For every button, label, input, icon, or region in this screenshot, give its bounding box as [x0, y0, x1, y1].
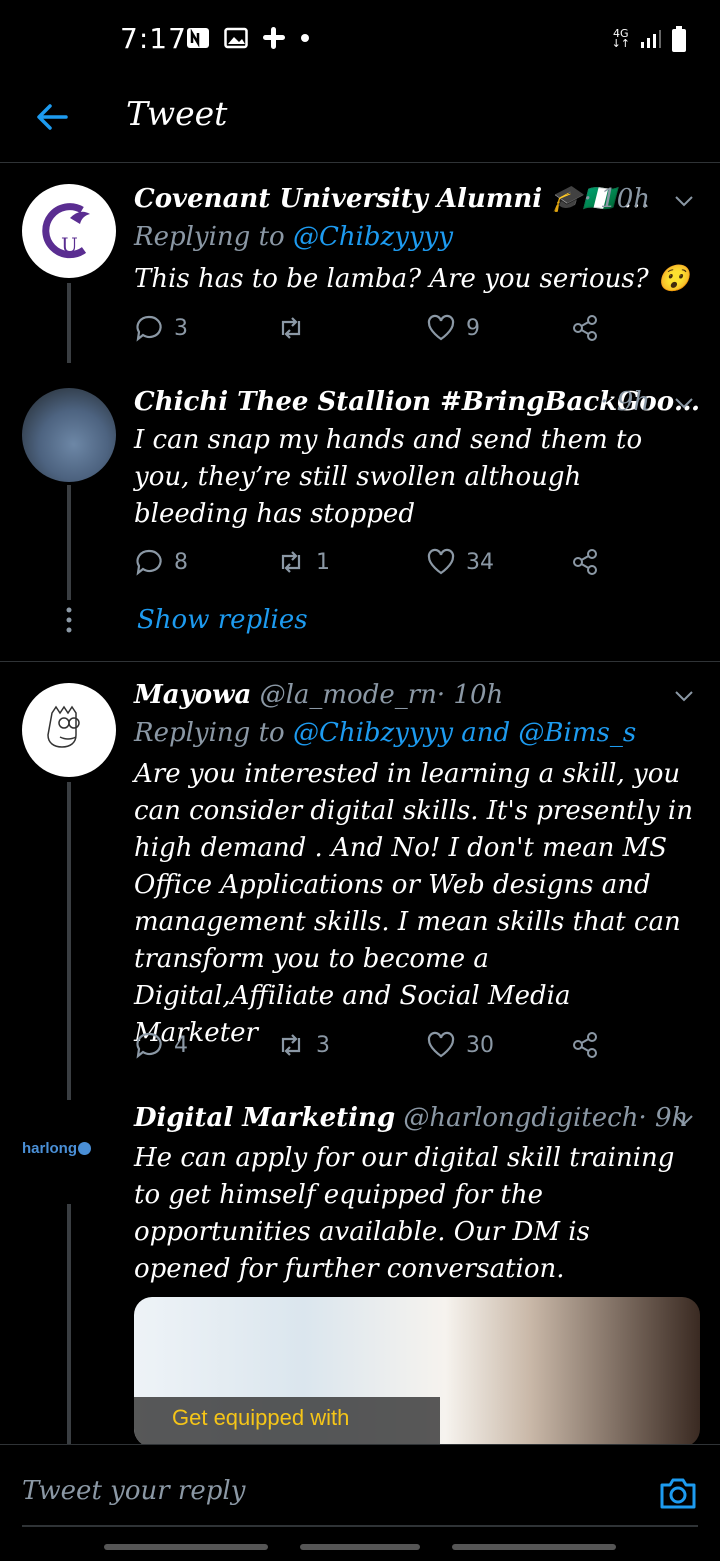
camera-icon[interactable] — [658, 1473, 698, 1513]
tweet-time: · 10h — [583, 184, 650, 214]
share-icon — [573, 549, 597, 575]
avatar[interactable]: harlong — [22, 1140, 116, 1160]
show-replies-link[interactable]: Show replies — [137, 605, 308, 635]
gallery-icon — [224, 27, 248, 49]
retweet-icon — [281, 317, 301, 339]
retweet-count: 3 — [316, 1032, 330, 1058]
share-button[interactable] — [570, 547, 600, 577]
network-indicator: 4G ↓↑ — [611, 27, 630, 50]
like-button[interactable]: 30 — [426, 1030, 494, 1060]
retweet-button[interactable] — [276, 313, 306, 343]
tweet-actions: 4 3 30 — [134, 1030, 614, 1070]
reply-count: 8 — [174, 549, 188, 575]
avatar[interactable]: U — [22, 184, 116, 278]
gesture-bar — [0, 1544, 720, 1550]
news-icon — [187, 28, 209, 48]
author-handle: @la_mode_rn — [259, 680, 437, 710]
svg-text:U: U — [61, 233, 78, 257]
retweet-icon — [281, 1034, 301, 1056]
composer-underline — [22, 1525, 698, 1527]
status-bar: 7:17 4G ↓↑ — [0, 0, 720, 80]
tweet-time: · 10h — [436, 680, 504, 710]
battery-icon — [672, 26, 686, 52]
retweet-button[interactable]: 3 — [276, 1030, 330, 1060]
like-count: 9 — [466, 315, 480, 341]
tweet-text: I can snap my hands and send them to you… — [134, 425, 643, 529]
like-count: 34 — [466, 549, 494, 575]
signal-icon — [641, 30, 661, 48]
retweet-count: 1 — [316, 549, 330, 575]
tweet-header: Mayowa @la_mode_rn· 10h — [134, 680, 690, 710]
author-handle: @harlongdigitech — [403, 1103, 639, 1133]
reply-icon — [136, 549, 162, 576]
reply-button[interactable]: 4 — [134, 1030, 188, 1060]
thread-line — [67, 283, 71, 363]
status-time: 7:17 — [120, 22, 187, 55]
tweet-2[interactable]: Chichi Thee Stallion #BringBackGoo… · 9h… — [0, 385, 720, 655]
system-icons: 4G ↓↑ — [612, 26, 686, 52]
thread-line — [67, 1204, 71, 1444]
chevron-down-icon[interactable] — [672, 684, 696, 708]
tweet-3[interactable]: Mayowa @la_mode_rn· 10h Replying to @Chi… — [0, 662, 720, 1102]
retweet-button[interactable]: 1 — [276, 547, 330, 577]
top-bar: Tweet — [0, 80, 720, 163]
page-title: Tweet — [126, 94, 228, 133]
mention-link[interactable]: @Chibzyyyy — [293, 222, 453, 252]
reply-count: 3 — [174, 315, 188, 341]
cartoon-avatar-icon — [47, 705, 80, 748]
media-caption-box: Get equipped with — [134, 1397, 440, 1447]
share-button[interactable] — [570, 1030, 600, 1060]
tweet-actions: 3 9 — [134, 313, 614, 353]
replying-to: Replying to @Chibzyyyy — [134, 222, 454, 252]
retweet-icon — [281, 551, 301, 573]
heart-icon — [427, 548, 455, 575]
media-caption: Get equipped with — [172, 1405, 350, 1430]
reply-count: 4 — [174, 1032, 188, 1058]
tweet-actions: 8 1 34 — [134, 547, 614, 587]
cu-alumni-logo-icon: U — [42, 203, 90, 259]
reply-button[interactable]: 8 — [134, 547, 188, 577]
author-name[interactable]: Digital Marketing — [134, 1103, 395, 1133]
heart-icon — [427, 314, 455, 341]
tweet-media-image[interactable]: Get equipped with — [134, 1297, 700, 1447]
replying-to: Replying to @Chibzyyyy and @Bims_s — [134, 718, 637, 748]
more-dots-icon — [66, 607, 72, 633]
tweet-text: Are you interested in learning a skill, … — [134, 759, 693, 1048]
reply-input[interactable]: Tweet your reply — [22, 1476, 245, 1506]
tweet-text: He can apply for our digital skill train… — [134, 1143, 675, 1284]
chevron-down-icon[interactable] — [672, 1108, 696, 1132]
share-icon — [573, 315, 597, 341]
thread-line — [67, 782, 71, 1100]
tweet-text: This has to be lamba? Are you serious? 😯 — [134, 264, 690, 294]
heart-icon — [427, 1031, 455, 1058]
notification-icons — [186, 26, 310, 50]
tweet-1[interactable]: U Covenant University Alumni 🎓🇳🇬 … · 10h… — [0, 163, 720, 363]
chevron-down-icon[interactable] — [672, 189, 696, 213]
thread-line — [67, 485, 71, 600]
share-icon — [573, 1032, 597, 1058]
share-button[interactable] — [570, 313, 600, 343]
like-button[interactable]: 34 — [426, 547, 494, 577]
reply-button[interactable]: 3 — [134, 313, 188, 343]
slack-icon — [263, 27, 285, 49]
reply-icon — [136, 1032, 162, 1059]
avatar[interactable] — [22, 388, 116, 482]
like-count: 30 — [466, 1032, 494, 1058]
reply-icon — [136, 315, 162, 342]
tweet-header: Chichi Thee Stallion #BringBackGoo… · 9h — [134, 387, 700, 417]
tweet-header: Digital Marketing @harlongdigitech· 9h — [134, 1103, 690, 1133]
dot-icon — [301, 34, 309, 42]
tweet-time: · 9h — [600, 387, 650, 417]
author-name[interactable]: Mayowa — [134, 680, 251, 710]
chevron-down-icon[interactable] — [672, 391, 696, 415]
avatar[interactable] — [22, 683, 116, 777]
tweet-header: Covenant University Alumni 🎓🇳🇬 … · 10h — [134, 184, 690, 214]
like-button[interactable]: 9 — [426, 313, 480, 343]
author-name[interactable]: Covenant University Alumni — [134, 184, 542, 214]
mention-link[interactable]: @Chibzyyyy and @Bims_s — [293, 718, 636, 748]
back-arrow-icon[interactable] — [32, 97, 72, 137]
